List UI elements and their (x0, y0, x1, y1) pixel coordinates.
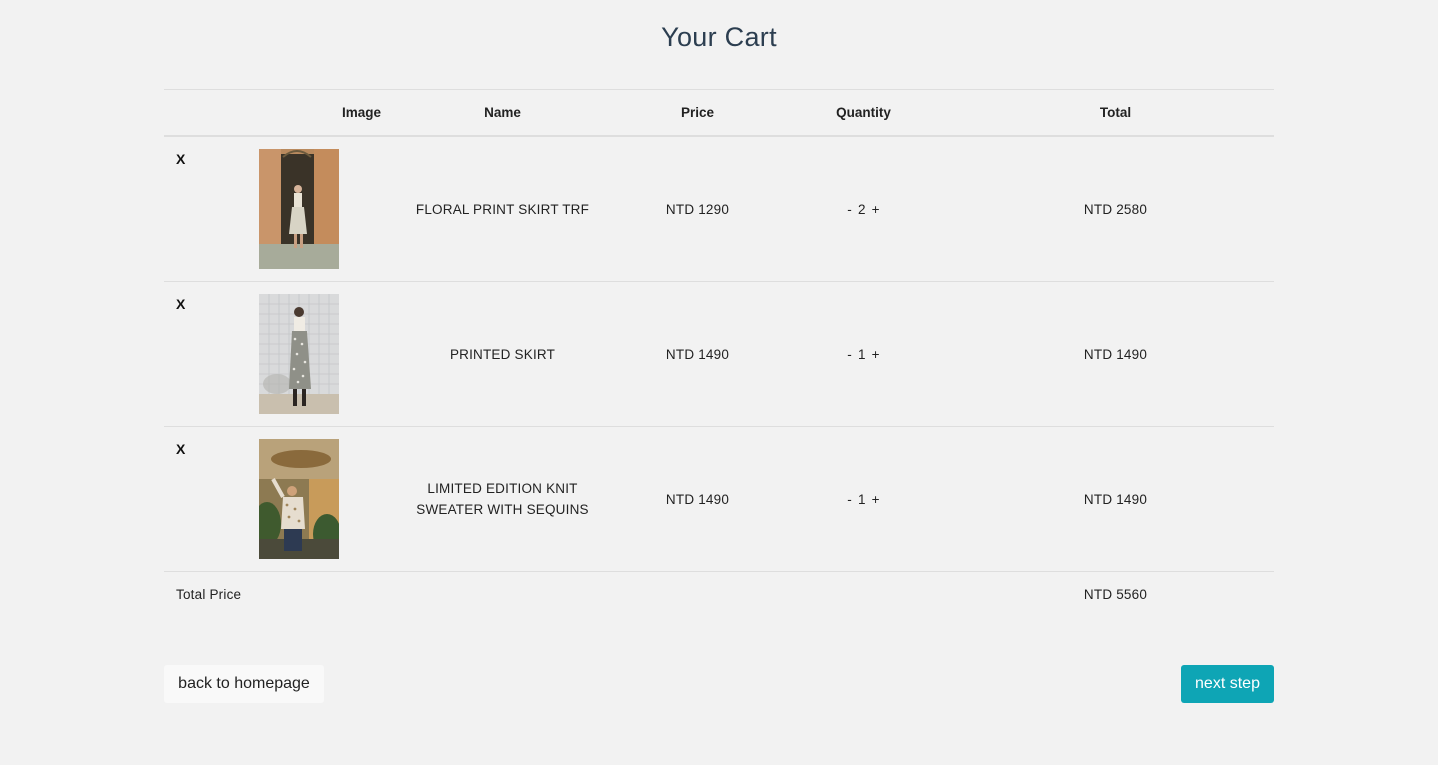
total-price-label: Total Price (176, 586, 242, 602)
quantity-stepper: - 1 + (847, 492, 880, 507)
product-price: NTD 1290 (625, 136, 770, 282)
total-spacer (625, 572, 770, 617)
decrease-quantity-button[interactable]: - (847, 492, 852, 507)
remove-cell: X (164, 426, 224, 572)
image-cell (224, 281, 380, 427)
quantity-cell: - 1 + (770, 426, 957, 572)
product-image[interactable] (259, 294, 339, 414)
cart-row: X (164, 281, 1274, 427)
decrease-quantity-button[interactable]: - (847, 347, 852, 362)
total-spacer (770, 572, 957, 617)
product-name: PRINTED SKIRT (380, 281, 625, 427)
product-name: FLORAL PRINT SKIRT TRF (380, 136, 625, 282)
remove-item-button[interactable]: X (176, 151, 186, 167)
product-price: NTD 1490 (625, 426, 770, 572)
table-header-row: Image Name Price Quantity Total (164, 89, 1274, 137)
increase-quantity-button[interactable]: + (872, 492, 880, 507)
quantity-cell: - 1 + (770, 281, 957, 427)
row-total: NTD 1490 (957, 426, 1274, 572)
product-photo-knit-sweater-icon (259, 439, 339, 559)
product-image[interactable] (259, 149, 339, 269)
increase-quantity-button[interactable]: + (872, 347, 880, 362)
remove-cell: X (164, 136, 224, 282)
product-name: LIMITED EDITION KNIT SWEATER WITH SEQUIN… (380, 426, 625, 572)
header-name: Name (380, 89, 625, 137)
quantity-value: 2 (857, 201, 866, 217)
row-total: NTD 2580 (957, 136, 1274, 282)
product-price: NTD 1490 (625, 281, 770, 427)
header-total: Total (957, 89, 1274, 137)
header-remove (164, 89, 224, 137)
quantity-cell: - 2 + (770, 136, 957, 282)
remove-item-button[interactable]: X (176, 441, 186, 457)
product-photo-printed-skirt-icon (259, 294, 339, 414)
cart-row: X (164, 426, 1274, 572)
header-price: Price (625, 89, 770, 137)
cart-page: Your Cart Image Name Price Quantity Tota… (0, 0, 1438, 765)
total-price-value: NTD 5560 (1083, 586, 1148, 602)
quantity-value: 1 (857, 346, 866, 362)
product-image[interactable] (259, 439, 339, 559)
header-quantity: Quantity (770, 89, 957, 137)
row-total: NTD 1490 (957, 281, 1274, 427)
remove-item-button[interactable]: X (176, 296, 186, 312)
quantity-stepper: - 2 + (847, 202, 880, 217)
back-to-homepage-button[interactable]: back to homepage (164, 665, 324, 703)
quantity-value: 1 (857, 491, 866, 507)
page-title: Your Cart (661, 22, 777, 52)
decrease-quantity-button[interactable]: - (847, 202, 852, 217)
increase-quantity-button[interactable]: + (872, 202, 880, 217)
product-photo-floral-print-skirt-icon (259, 149, 339, 269)
next-step-button[interactable]: next step (1181, 665, 1274, 703)
cart-row: X (164, 136, 1274, 282)
total-row: Total Price NTD 5560 (164, 572, 1274, 617)
image-cell (224, 426, 380, 572)
remove-cell: X (164, 281, 224, 427)
cart-table: Image Name Price Quantity Total X FLORAL… (164, 89, 1274, 616)
image-cell (224, 136, 380, 282)
total-spacer (380, 572, 625, 617)
quantity-stepper: - 1 + (847, 347, 880, 362)
header-image: Image (224, 89, 381, 137)
